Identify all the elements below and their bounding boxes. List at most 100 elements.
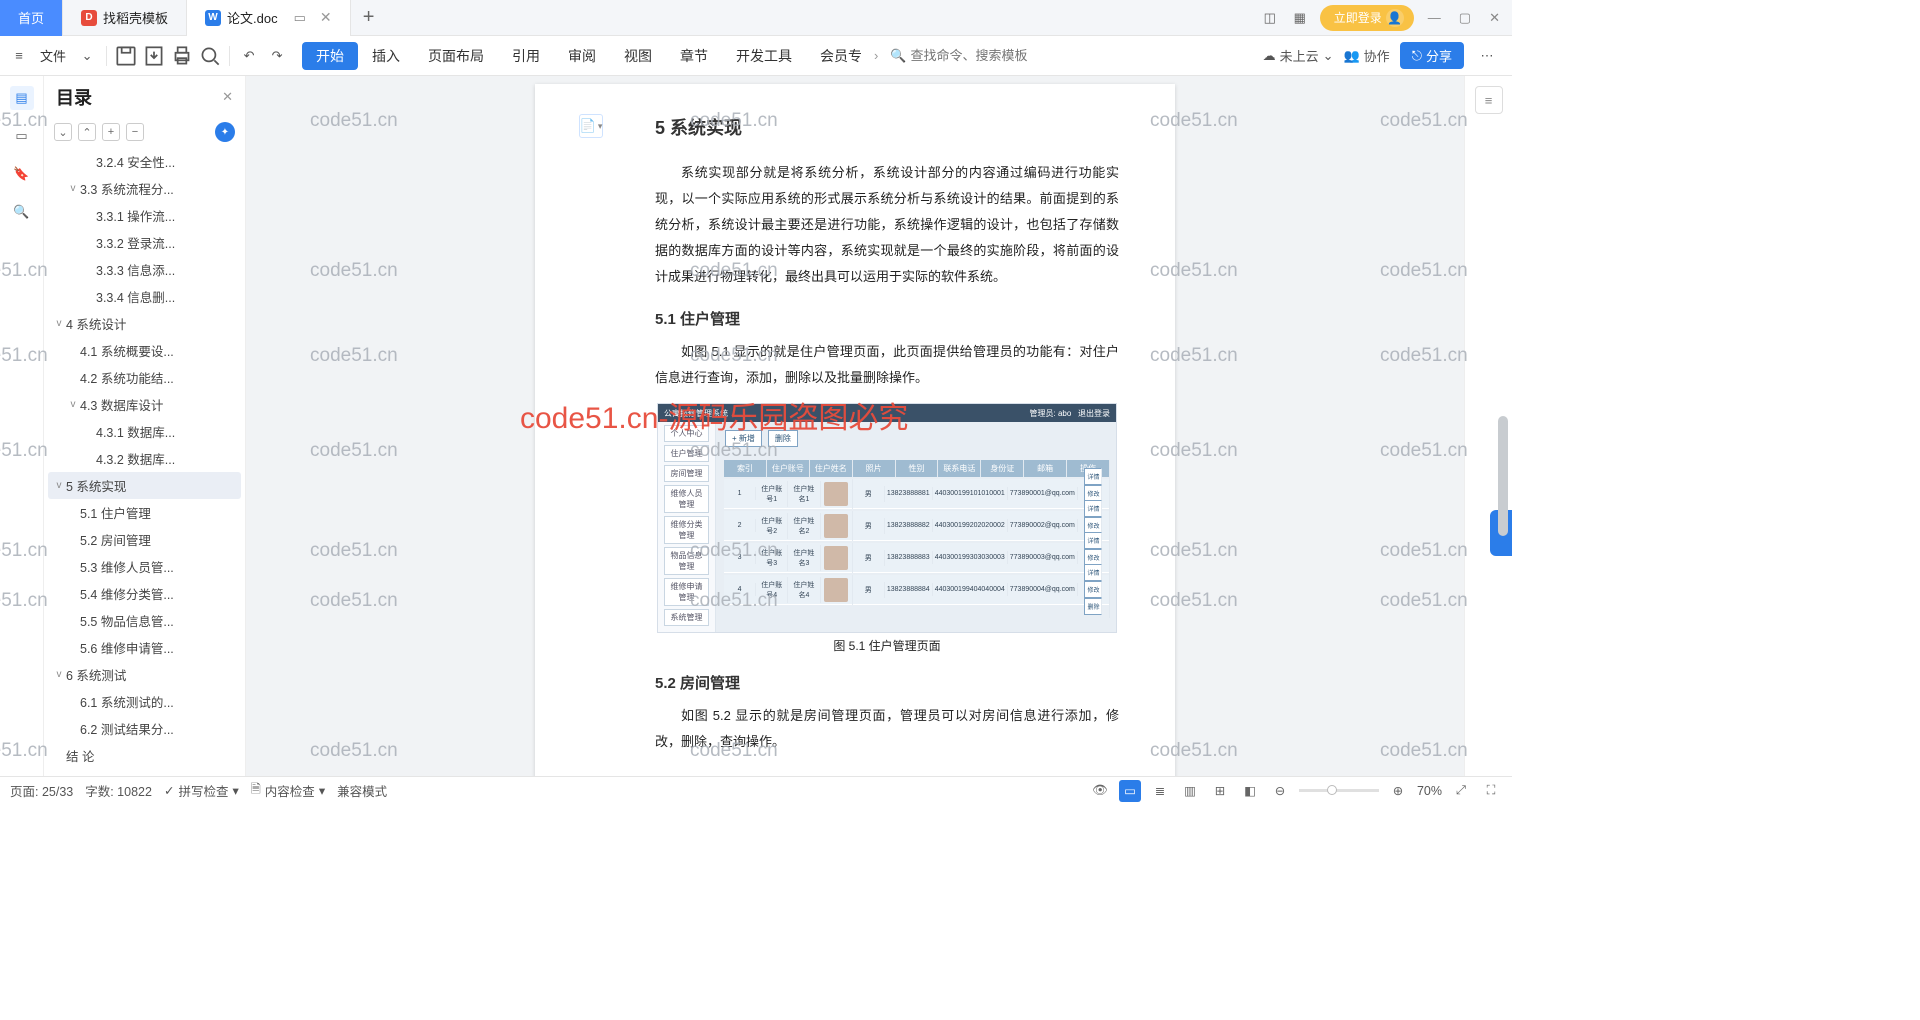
outline-icon[interactable]: ▤ bbox=[10, 86, 34, 110]
outline-item[interactable]: 3.3.1 操作流... bbox=[48, 202, 241, 229]
outline-item[interactable]: 3.2.4 安全性... bbox=[48, 148, 241, 175]
menu-页面布局[interactable]: 页面布局 bbox=[414, 42, 498, 70]
tab-home[interactable]: 首页 bbox=[0, 0, 63, 36]
view-reading-icon[interactable]: ▥ bbox=[1179, 780, 1201, 802]
menu-开发工具[interactable]: 开发工具 bbox=[722, 42, 806, 70]
menu-开始[interactable]: 开始 bbox=[302, 42, 358, 70]
remove-heading-icon[interactable]: − bbox=[126, 123, 144, 141]
redo-icon[interactable]: ↷ bbox=[264, 43, 290, 69]
maximize-icon[interactable]: ▢ bbox=[1455, 8, 1475, 28]
chevron-down-icon[interactable]: ⌄ bbox=[74, 43, 100, 69]
ai-assist-icon[interactable]: ✦ bbox=[215, 122, 235, 142]
zoom-level[interactable]: 70% bbox=[1417, 784, 1442, 798]
command-search[interactable]: 🔍 bbox=[890, 48, 1050, 64]
app-grid-icon[interactable]: ▦ bbox=[1290, 8, 1310, 28]
tab-template[interactable]: D 找稻壳模板 bbox=[63, 0, 187, 36]
view-web-icon[interactable]: ⊞ bbox=[1209, 780, 1231, 802]
save-icon[interactable] bbox=[113, 43, 139, 69]
outline-item[interactable]: 5.4 维修分类管... bbox=[48, 580, 241, 607]
page-action-icon[interactable]: 📄▾ bbox=[579, 114, 603, 138]
view-page-icon[interactable]: ▭ bbox=[1119, 780, 1141, 802]
coop-button[interactable]: 👥协作 bbox=[1343, 46, 1389, 65]
new-tab-button[interactable]: + bbox=[351, 6, 387, 29]
menu-tabs: 开始插入页面布局引用审阅视图章节开发工具会员专 bbox=[302, 42, 876, 70]
figure-image: 公寓报修管理系统管理员: abo 退出登录个人中心住户管理房间管理维修人员管理维… bbox=[657, 403, 1117, 633]
find-icon[interactable]: 🔍 bbox=[10, 200, 34, 224]
menu-插入[interactable]: 插入 bbox=[358, 42, 414, 70]
outline-item[interactable]: 结 论 bbox=[48, 742, 241, 769]
view-outline-icon[interactable]: ≣ bbox=[1149, 780, 1171, 802]
paragraph: 如图 5.1 显示的就是住户管理页面，此页面提供给管理员的功能有：对住户信息进行… bbox=[655, 339, 1119, 391]
fit-width-icon[interactable]: ⤢ bbox=[1450, 780, 1472, 802]
chevron-icon: v bbox=[54, 480, 64, 491]
outline-item[interactable]: v6 系统测试 bbox=[48, 661, 241, 688]
fullscreen-icon[interactable]: ⛶ bbox=[1480, 780, 1502, 802]
tab-close-icon[interactable]: ✕ bbox=[320, 9, 332, 26]
share-button[interactable]: ⎋分享 bbox=[1400, 42, 1464, 69]
menu-审阅[interactable]: 审阅 bbox=[554, 42, 610, 70]
layout-icon[interactable]: ◫ bbox=[1260, 8, 1280, 28]
expand-all-icon[interactable]: ⌃ bbox=[78, 123, 96, 141]
cloud-status[interactable]: ☁未上云 ⌄ bbox=[1263, 46, 1334, 65]
menu-引用[interactable]: 引用 bbox=[498, 42, 554, 70]
content-check[interactable]: 🗎内容检查 ▾ bbox=[251, 780, 325, 801]
outline-item[interactable]: 3.3.2 登录流... bbox=[48, 229, 241, 256]
outline-item[interactable]: v3.3 系统流程分... bbox=[48, 175, 241, 202]
outline-item[interactable]: 4.3.2 数据库... bbox=[48, 445, 241, 472]
outline-item[interactable]: 4.3.1 数据库... bbox=[48, 418, 241, 445]
spell-check[interactable]: ✓拼写检查 ▾ bbox=[164, 781, 239, 800]
zoom-slider[interactable] bbox=[1299, 789, 1379, 792]
print-preview-icon[interactable] bbox=[197, 43, 223, 69]
word-count[interactable]: 字数: 10822 bbox=[85, 781, 152, 800]
tab-document[interactable]: W 论文.doc ▭ ✕ bbox=[187, 0, 351, 36]
minimize-icon[interactable]: — bbox=[1424, 8, 1445, 27]
file-menu[interactable]: 文件 bbox=[34, 46, 72, 65]
collapse-all-icon[interactable]: ⌄ bbox=[54, 123, 72, 141]
search-input[interactable] bbox=[911, 48, 1051, 63]
outline-item[interactable]: 5.5 物品信息管... bbox=[48, 607, 241, 634]
bookmark-icon[interactable]: 🔖 bbox=[10, 162, 34, 186]
figure: 公寓报修管理系统管理员: abo 退出登录个人中心住户管理房间管理维修人员管理维… bbox=[657, 403, 1117, 654]
outline-item[interactable]: 4.1 系统概要设... bbox=[48, 337, 241, 364]
page-indicator[interactable]: 页面: 25/33 bbox=[10, 781, 73, 800]
more-icon[interactable]: ⋯ bbox=[1474, 43, 1500, 69]
outline-item[interactable]: 5.3 维修人员管... bbox=[48, 553, 241, 580]
compat-mode[interactable]: 兼容模式 bbox=[337, 781, 387, 800]
vertical-scrollbar[interactable] bbox=[1498, 76, 1510, 776]
menu-视图[interactable]: 视图 bbox=[610, 42, 666, 70]
close-window-icon[interactable]: ✕ bbox=[1485, 8, 1504, 28]
outline-item[interactable]: 4.2 系统功能结... bbox=[48, 364, 241, 391]
menu-会员专[interactable]: 会员专 bbox=[806, 42, 876, 70]
zoom-in-icon[interactable]: ⊕ bbox=[1387, 780, 1409, 802]
title-tab-bar: 首页 D 找稻壳模板 W 论文.doc ▭ ✕ + ◫ ▦ 立即登录 👤 — ▢… bbox=[0, 0, 1512, 36]
paragraph: 系统实现部分就是将系统分析，系统设计部分的内容通过编码进行功能实现，以一个实际应… bbox=[655, 160, 1119, 290]
menu-章节[interactable]: 章节 bbox=[666, 42, 722, 70]
eye-icon[interactable]: 👁 bbox=[1089, 780, 1111, 802]
outline-item[interactable]: v4.3 数据库设计 bbox=[48, 391, 241, 418]
document-canvas[interactable]: 📄▾ 5 系统实现 系统实现部分就是将系统分析，系统设计部分的内容通过编码进行功… bbox=[246, 76, 1464, 776]
login-button[interactable]: 立即登录 👤 bbox=[1320, 5, 1414, 31]
check-icon: 🗎 bbox=[251, 780, 261, 801]
menu-icon[interactable]: ≡ bbox=[6, 43, 32, 69]
export-icon[interactable] bbox=[141, 43, 167, 69]
outline-item[interactable]: 5.2 房间管理 bbox=[48, 526, 241, 553]
outline-item[interactable]: 参考文献 bbox=[48, 769, 241, 776]
outline-close-icon[interactable]: ✕ bbox=[222, 89, 233, 105]
tab-window-icon[interactable]: ▭ bbox=[294, 10, 306, 26]
outline-item[interactable]: v5 系统实现 bbox=[48, 472, 241, 499]
outline-item[interactable]: 3.3.4 信息删... bbox=[48, 283, 241, 310]
outline-item[interactable]: 3.3.3 信息添... bbox=[48, 256, 241, 283]
menu-overflow-icon[interactable]: › bbox=[874, 48, 878, 63]
view-focus-icon[interactable]: ◧ bbox=[1239, 780, 1261, 802]
outline-item[interactable]: 6.2 测试结果分... bbox=[48, 715, 241, 742]
outline-item[interactable]: 6.1 系统测试的... bbox=[48, 688, 241, 715]
thumbnail-icon[interactable]: ▭ bbox=[10, 124, 34, 148]
outline-item[interactable]: 5.1 住户管理 bbox=[48, 499, 241, 526]
share-icon: ⎋ bbox=[1412, 48, 1422, 64]
zoom-out-icon[interactable]: ⊖ bbox=[1269, 780, 1291, 802]
outline-item[interactable]: 5.6 维修申请管... bbox=[48, 634, 241, 661]
print-icon[interactable] bbox=[169, 43, 195, 69]
add-heading-icon[interactable]: + bbox=[102, 123, 120, 141]
undo-icon[interactable]: ↶ bbox=[236, 43, 262, 69]
outline-item[interactable]: v4 系统设计 bbox=[48, 310, 241, 337]
